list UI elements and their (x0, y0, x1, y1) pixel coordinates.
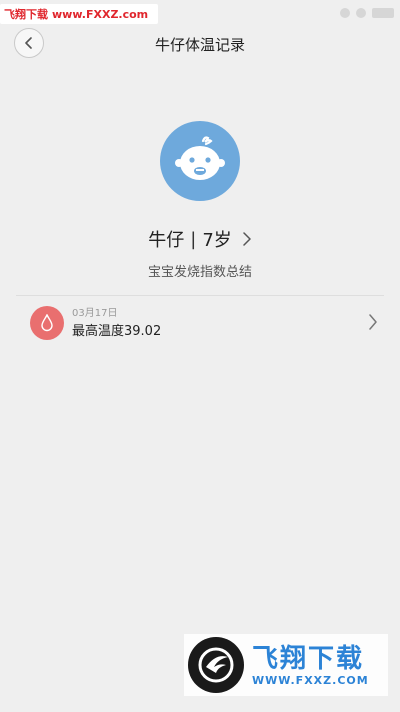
wing-logo-icon (198, 647, 234, 683)
chevron-right-icon (243, 232, 251, 246)
wifi-icon (356, 8, 366, 18)
watermark-bottom: 飞翔下载 WWW.FXXZ.COM (184, 634, 388, 696)
watermark-logo (188, 637, 244, 693)
avatar[interactable] (160, 121, 240, 201)
droplet-icon (41, 314, 53, 332)
watermark-top: 飞翔下载 www.FXXZ.com (0, 4, 158, 24)
watermark-brand: 飞翔下载 (252, 643, 365, 674)
watermark-url: www.FXXZ.com (52, 7, 149, 21)
record-icon-badge (30, 306, 64, 340)
status-bar: 飞翔下载 www.FXXZ.com (0, 0, 400, 28)
status-icons (340, 6, 394, 20)
child-age: 7岁 (202, 230, 232, 251)
watermark-site-name: 飞翔下载 (4, 8, 48, 21)
chevron-left-icon (25, 37, 32, 49)
fever-summary-link[interactable]: 宝宝发烧指数总结 (0, 261, 400, 281)
record-date: 03月17日 (72, 308, 118, 319)
name-age-separator: | (190, 228, 197, 250)
divider (16, 295, 384, 296)
profile-name-row[interactable]: 牛仔 | 7岁 (0, 226, 400, 252)
watermark-text: 飞翔下载 WWW.FXXZ.COM (252, 644, 369, 687)
chevron-right-icon (369, 314, 377, 330)
baby-face-icon (175, 136, 225, 180)
watermark-brand-url: WWW.FXXZ.COM (252, 673, 369, 687)
back-button[interactable] (14, 28, 44, 58)
page-title: 牛仔体温记录 (154, 35, 245, 54)
child-name: 牛仔 (148, 230, 185, 251)
signal-icon (340, 8, 350, 18)
header-bar: 牛仔体温记录 (0, 28, 400, 60)
battery-icon (372, 8, 394, 18)
record-max-temperature: 最高温度39.02 (72, 324, 162, 339)
record-row[interactable]: 03月17日 最高温度39.02 (16, 298, 384, 348)
